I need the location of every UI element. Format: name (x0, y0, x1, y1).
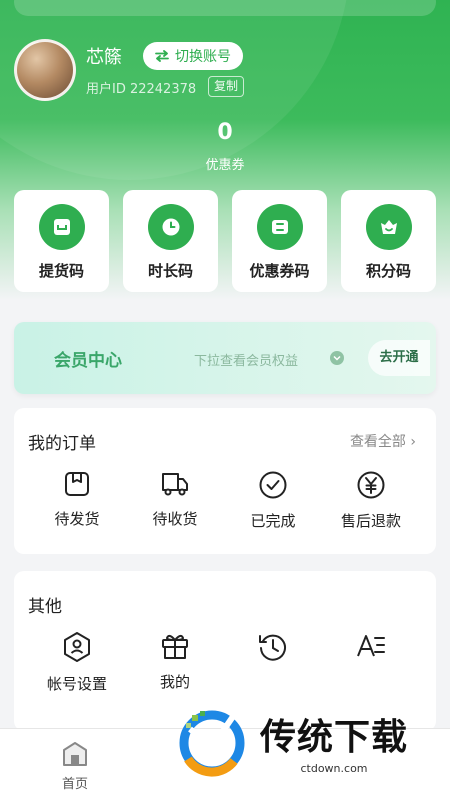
pickup-code-button[interactable]: 提货码 (14, 190, 109, 292)
coupon-label[interactable]: 优惠券 (0, 154, 450, 173)
view-all-orders-link[interactable]: 查看全部 › (350, 431, 416, 451)
order-status-label: 待发货 (54, 510, 100, 528)
tab-home[interactable]: 首页 (52, 741, 98, 792)
pending-shipment-button[interactable]: 待发货 (28, 470, 126, 531)
font-settings-icon (357, 635, 385, 657)
font-settings-button[interactable] (322, 631, 420, 694)
history-icon (259, 634, 286, 661)
top-search-bar[interactable] (14, 0, 436, 16)
watermark: 传统下载 ctdown.com (172, 700, 434, 782)
points-code-button[interactable]: 积分码 (341, 190, 436, 292)
coupon-count[interactable]: 0 (0, 120, 450, 145)
others-item-label: 我的 (159, 673, 190, 691)
avatar[interactable] (14, 39, 76, 101)
watermark-text: 传统下载 ctdown.com (260, 708, 408, 775)
truck-icon (162, 473, 188, 496)
home-icon (63, 742, 87, 766)
username: 芯篨 (86, 47, 122, 68)
account-settings-icon (64, 632, 90, 662)
pending-receipt-button[interactable]: 待收货 (126, 470, 224, 531)
my-orders-title: 我的订单 (28, 434, 96, 454)
ticket-icon (256, 204, 303, 250)
account-settings-button[interactable]: 帐号设置 (28, 631, 126, 694)
ctdown-logo-icon (179, 710, 245, 777)
code-label: 提货码 (38, 262, 84, 280)
chevron-down-icon[interactable] (330, 351, 344, 365)
order-status-label: 待收货 (152, 510, 198, 528)
switch-account-button[interactable]: 切换账号 (143, 42, 243, 70)
user-id: 用户ID 22242378 (86, 82, 197, 97)
coupon-code-button[interactable]: 优惠券码 (232, 190, 327, 292)
member-benefits-hint: 下拉查看会员权益 (194, 354, 299, 369)
member-center-banner[interactable]: 会员中心 下拉查看会员权益 去开通 (14, 322, 436, 394)
pickup-code-icon (38, 204, 85, 250)
my-orders-card: 我的订单 查看全部 › 待发货 待收货 已完成 售后退款 (14, 408, 436, 554)
switch-account-label: 切换账号 (175, 49, 231, 65)
yuan-icon (357, 471, 385, 499)
others-title: 其他 (28, 597, 62, 617)
watermark-title: 传统下载 (260, 716, 409, 758)
code-label: 时长码 (147, 262, 193, 280)
my-gifts-button[interactable]: 我的 (126, 631, 224, 694)
code-shortcuts: 提货码 时长码 优惠券码 积分码 (14, 190, 436, 292)
duration-code-button[interactable]: 时长码 (123, 190, 218, 292)
member-center-title: 会员中心 (54, 351, 122, 371)
watermark-url: ctdown.com (300, 761, 368, 775)
points-icon (365, 204, 412, 250)
gift-icon (162, 634, 188, 659)
code-label: 优惠券码 (249, 262, 310, 280)
refund-button[interactable]: 售后退款 (322, 470, 420, 531)
tab-home-label: 首页 (61, 777, 88, 792)
history-button[interactable] (224, 631, 322, 694)
completed-orders-button[interactable]: 已完成 (224, 470, 322, 531)
activate-membership-button[interactable]: 去开通 (368, 340, 430, 376)
others-row: 帐号设置 我的 (14, 631, 436, 694)
order-status-label: 售后退款 (340, 512, 401, 530)
code-label: 积分码 (365, 262, 411, 280)
box-icon (65, 472, 89, 496)
copy-id-button[interactable]: 复制 (208, 76, 245, 97)
order-status-label: 已完成 (250, 512, 296, 530)
check-circle-icon (259, 471, 287, 499)
others-item-label: 帐号设置 (46, 675, 107, 693)
clock-icon (147, 204, 194, 250)
swap-icon (155, 50, 169, 62)
order-status-row: 待发货 待收货 已完成 售后退款 (14, 470, 436, 531)
